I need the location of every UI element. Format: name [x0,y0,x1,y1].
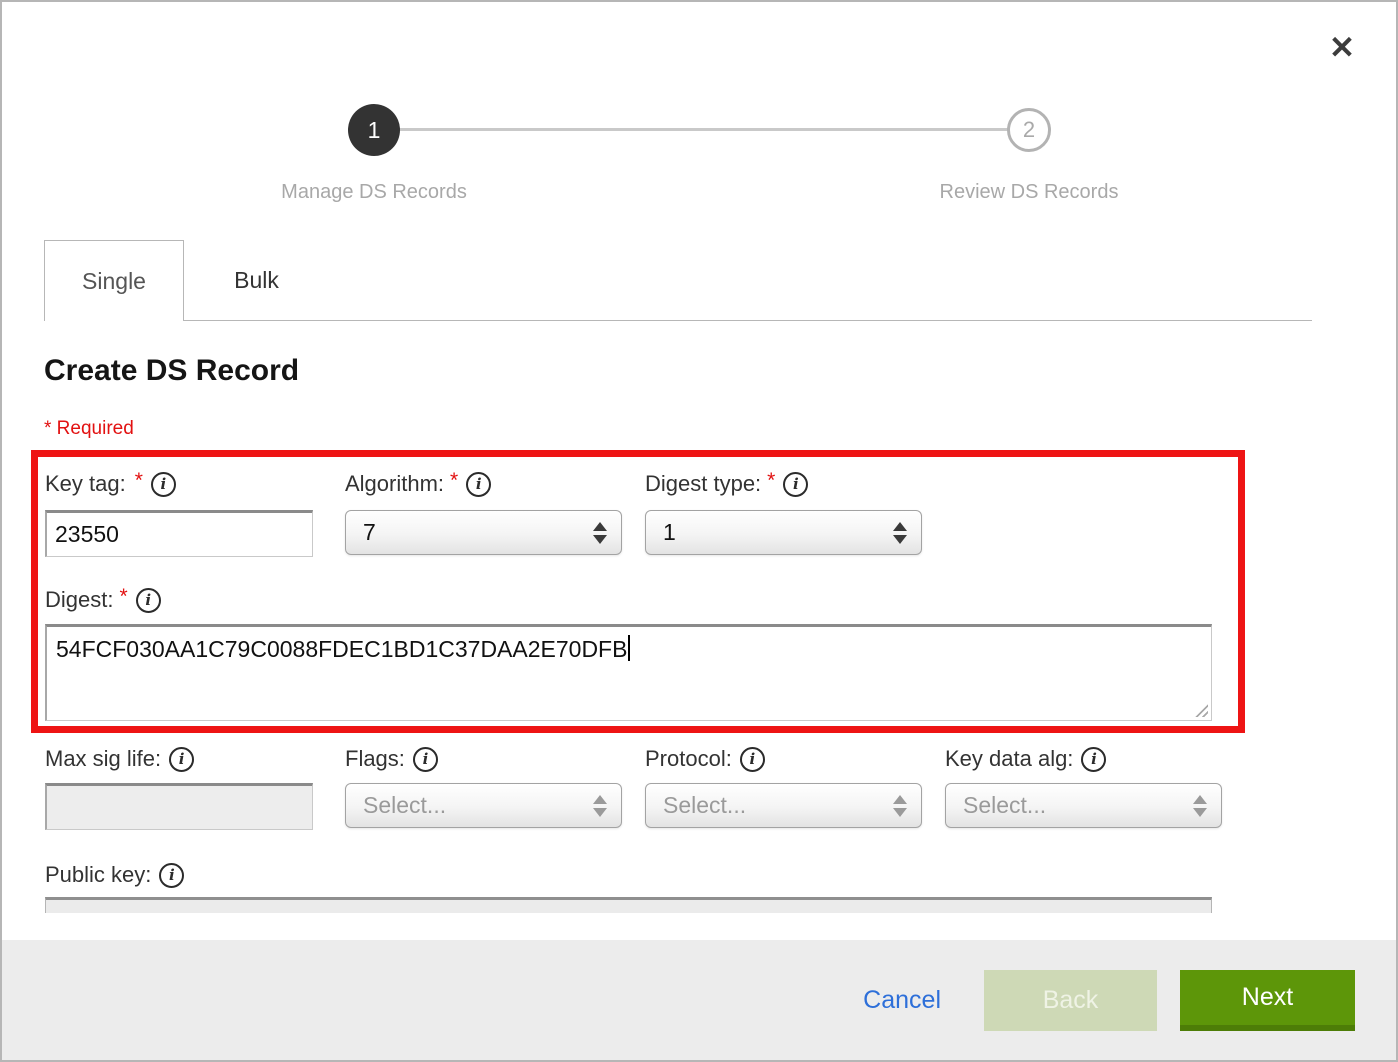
select-arrows-icon [893,522,907,544]
digest-type-label: Digest type: * i [645,471,808,497]
select-arrows-icon [893,795,907,817]
public-key-label-text: Public key: [45,862,151,888]
cancel-link[interactable]: Cancel [863,986,941,1015]
info-icon[interactable]: i [151,472,176,497]
tab-bulk[interactable]: Bulk [184,240,329,320]
required-asterisk: * [135,469,143,493]
select-arrows-icon [593,795,607,817]
page-title: Create DS Record [44,354,299,388]
tab-divider [184,320,1312,321]
key-data-alg-select-value: Select... [963,792,1046,819]
key-data-alg-select[interactable]: Select... [945,783,1222,828]
public-key-label: Public key: i [45,862,184,888]
digest-type-select[interactable]: 1 [645,510,922,555]
stepper-step-1-circle: 1 [348,104,400,156]
public-key-textarea[interactable] [45,897,1212,913]
resize-grip-icon[interactable] [1193,702,1208,717]
digest-textarea[interactable]: 54FCF030AA1C79C0088FDEC1BD1C37DAA2E70DFB [45,624,1212,721]
text-caret [628,635,630,661]
key-tag-label: Key tag: * i [45,471,176,497]
digest-label-text: Digest: [45,587,113,613]
select-arrows-icon [1193,795,1207,817]
flags-select[interactable]: Select... [345,783,622,828]
tab-single[interactable]: Single [44,240,184,321]
key-tag-input[interactable] [45,510,313,557]
required-asterisk: * [450,469,458,493]
required-asterisk: * [767,469,775,493]
algorithm-label: Algorithm: * i [345,471,491,497]
info-icon[interactable]: i [466,472,491,497]
stepper-connector-line [374,128,1029,131]
flags-label: Flags: i [345,746,438,772]
info-icon[interactable]: i [136,588,161,613]
flags-label-text: Flags: [345,746,405,772]
max-sig-life-label-text: Max sig life: [45,746,161,772]
key-tag-label-text: Key tag: [45,471,126,497]
stepper-step-2-circle: 2 [1007,108,1051,152]
required-asterisk: * [119,585,127,609]
protocol-label-text: Protocol: [645,746,732,772]
key-data-alg-label-text: Key data alg: [945,746,1073,772]
protocol-label: Protocol: i [645,746,765,772]
select-arrows-icon [593,522,607,544]
info-icon[interactable]: i [169,747,194,772]
stepper-step-1-label: Manage DS Records [214,181,534,204]
digest-type-label-text: Digest type: [645,471,761,497]
info-icon[interactable]: i [740,747,765,772]
digest-label: Digest: * i [45,587,161,613]
digest-textarea-value: 54FCF030AA1C79C0088FDEC1BD1C37DAA2E70DFB [56,636,627,662]
digest-type-select-value: 1 [663,519,676,546]
algorithm-label-text: Algorithm: [345,471,444,497]
algorithm-select-value: 7 [363,519,376,546]
next-button[interactable]: Next [1180,970,1355,1031]
info-icon[interactable]: i [413,747,438,772]
create-ds-record-dialog: ✕ 1 2 Manage DS Records Review DS Record… [0,0,1398,1062]
protocol-select[interactable]: Select... [645,783,922,828]
max-sig-life-input[interactable] [45,783,313,830]
info-icon[interactable]: i [783,472,808,497]
back-button[interactable]: Back [984,970,1157,1031]
protocol-select-value: Select... [663,792,746,819]
max-sig-life-label: Max sig life: i [45,746,194,772]
info-icon[interactable]: i [159,863,184,888]
dialog-footer: Cancel Back Next [2,940,1396,1060]
close-icon[interactable]: ✕ [1320,26,1364,70]
required-note: * Required [44,418,134,440]
stepper-step-2-label: Review DS Records [869,181,1189,204]
algorithm-select[interactable]: 7 [345,510,622,555]
flags-select-value: Select... [363,792,446,819]
info-icon[interactable]: i [1081,747,1106,772]
key-data-alg-label: Key data alg: i [945,746,1106,772]
